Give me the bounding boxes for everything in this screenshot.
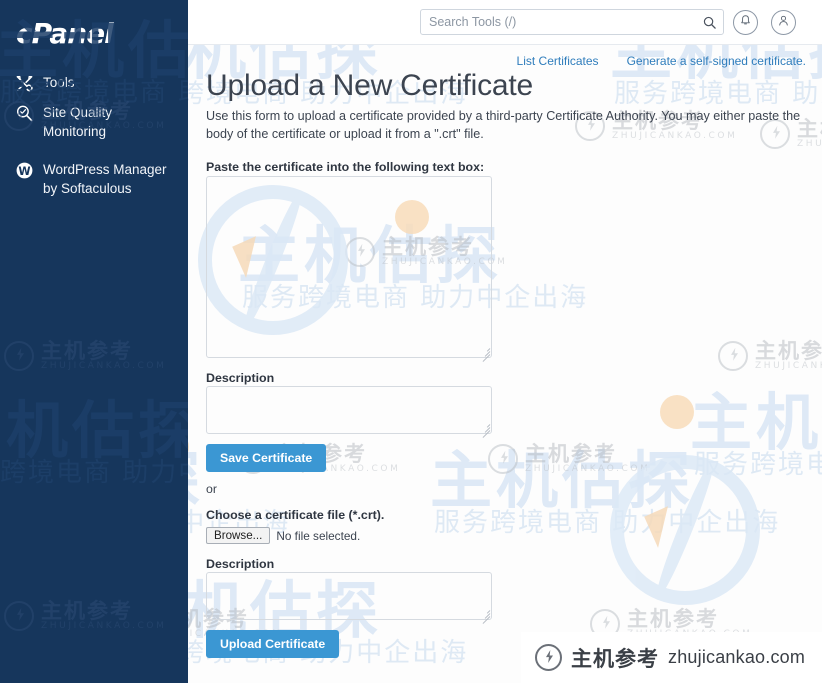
file-status-text: No file selected. [276,528,361,543]
save-certificate-button[interactable]: Save Certificate [206,444,327,472]
wordpress-icon: W [14,160,34,180]
watermark-en: ZHUJICANKAO.COM [41,621,167,632]
magnifier-check-icon [14,103,34,123]
search-input[interactable] [421,15,695,29]
cpanel-page: 主机估探服务跨境电商 助力中企出海主机估探服务跨境电商 助力中企出海主机估探服务… [0,0,822,683]
watermark-cn: 主机参考 [41,339,133,363]
sidebar-item-label: WordPress Manager by Softaculous [43,162,167,196]
watermark-logo-icon [4,340,34,371]
page-description: Use this form to upload a certificate pr… [206,109,801,141]
sidebar-item-label: Tools [43,75,75,90]
user-icon [777,14,790,32]
search-box[interactable] [420,9,724,35]
header-links: List Certificates Generate a self-signed… [517,54,806,68]
search-icon[interactable] [695,10,723,34]
badge-en-text: zhujicankao.com [668,647,806,667]
zhujicankao-logo-icon [535,644,562,671]
link-list-certificates[interactable]: List Certificates [517,54,599,68]
watermark-logo-icon [4,600,34,631]
watermark-subline: 服务跨境电商 助力中企出海 [0,458,188,488]
sidebar-nav: Tools Site Quality Monitoring W WordPres… [0,68,188,203]
sidebar-item-wordpress-manager[interactable]: W WordPress Manager by Softaculous [0,155,188,203]
sidebar-item-site-quality-monitoring[interactable]: Site Quality Monitoring [0,98,188,146]
link-generate-self-signed-certificate[interactable]: Generate a self-signed certificate. [627,54,806,68]
page-title: Upload a New Certificate [206,69,534,102]
paste-certificate-label: Paste the certificate into the following… [206,160,485,174]
top-bar [188,0,822,45]
site-watermark-badge: 主机参考 zhujicankao.com [521,632,822,683]
description-label-1: Description [206,371,275,385]
sidebar-item-label: Site Quality Monitoring [43,105,113,139]
cpanel-logo[interactable]: cPanel [16,17,114,50]
watermark-cn: 主机参考 [41,599,133,623]
svg-text:W: W [18,164,30,177]
sidebar: 主机估探服务跨境电商 助力中企出海主机估探服务跨境电商 助力中企出海主机参考ZH… [0,0,188,683]
watermark-en: ZHUJICANKAO.COM [41,361,167,372]
or-separator: or [206,482,217,496]
watermark-logo: 主机参考ZHUJICANKAO.COM [4,340,166,371]
description-textarea-1[interactable] [206,386,492,434]
sidebar-item-tools[interactable]: Tools [0,68,188,98]
user-account-button[interactable] [771,10,796,35]
file-input-row[interactable]: Browse... No file selected. [206,527,360,544]
watermark-logo: 主机参考ZHUJICANKAO.COM [4,600,166,631]
upload-certificate-button[interactable]: Upload Certificate [206,630,340,658]
choose-file-label: Choose a certificate file (*.crt). [206,508,385,522]
description-textarea-2[interactable] [206,572,492,620]
browse-button[interactable]: Browse... [206,527,271,544]
tools-icon [14,73,34,93]
notifications-button[interactable] [733,10,758,35]
bell-icon [739,14,752,32]
certificate-textarea[interactable] [206,176,492,358]
watermark-headline: 主机估探 [0,394,188,467]
description-label-2: Description [206,557,275,571]
main-content: List Certificates Generate a self-signed… [188,45,822,683]
badge-cn-text: 主机参考 [571,646,659,671]
